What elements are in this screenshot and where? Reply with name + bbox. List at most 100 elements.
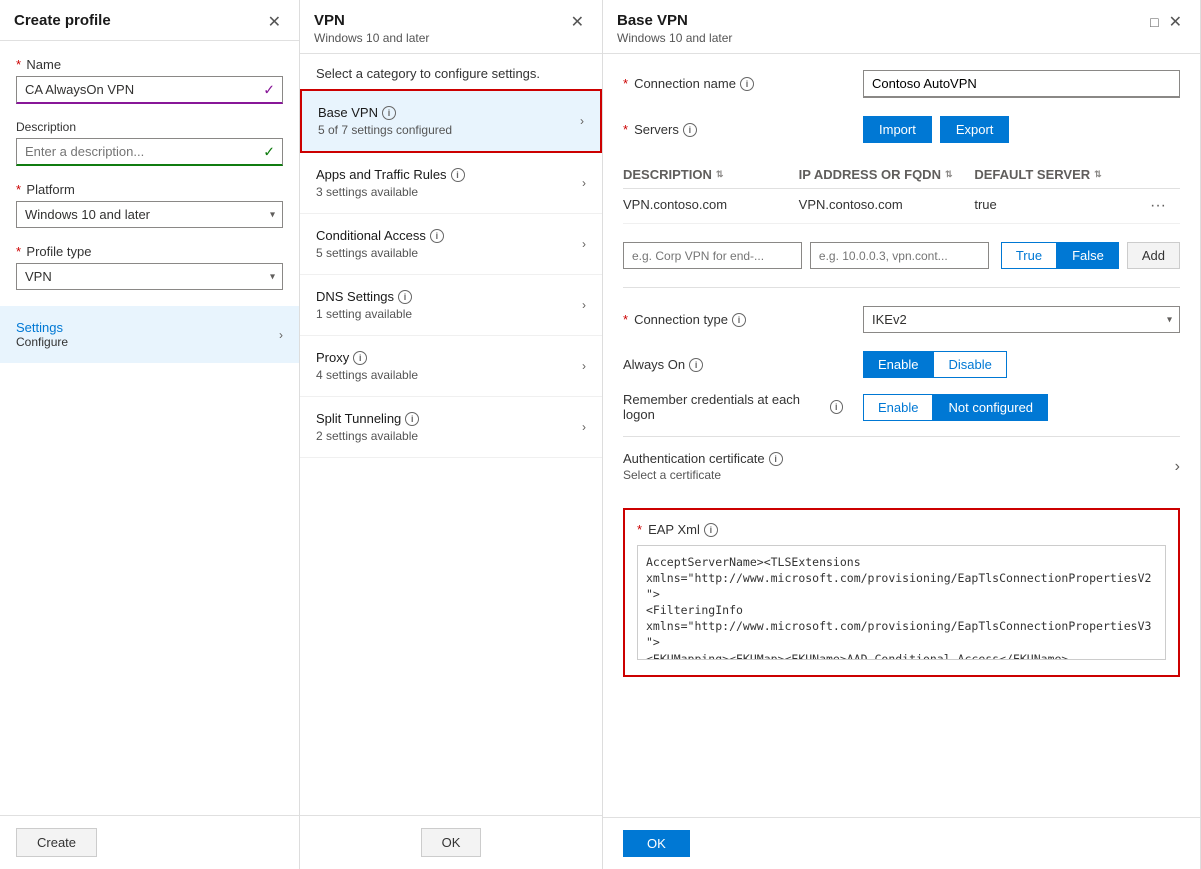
name-label: * Name (16, 57, 283, 72)
panel3-ok-button[interactable]: OK (623, 830, 690, 857)
always-on-enable-button[interactable]: Enable (863, 351, 933, 378)
settings-configure-item[interactable]: Settings Configure › (0, 306, 299, 363)
export-button[interactable]: Export (940, 116, 1010, 143)
servers-table: DESCRIPTION ⇅ IP ADDRESS OR FQDN ⇅ DEFAU… (623, 161, 1180, 224)
category-item-left-conditional: Conditional Access i 5 settings availabl… (316, 228, 444, 260)
always-on-disable-button[interactable]: Disable (933, 351, 1006, 378)
category-item-left-base-vpn: Base VPN i 5 of 7 settings configured (318, 105, 452, 137)
auth-cert-info-icon[interactable]: i (769, 452, 783, 466)
connection-name-input[interactable] (863, 70, 1180, 98)
panel3-content: * Connection name i * Servers i Import E… (603, 54, 1200, 817)
connection-name-info-icon[interactable]: i (740, 77, 754, 91)
remember-credentials-info-icon[interactable]: i (830, 400, 843, 414)
connection-name-label: * Connection name i (623, 70, 843, 91)
platform-select-wrapper: Windows 10 and later ▾ (16, 201, 283, 228)
panel2-footer: OK (300, 815, 602, 869)
category-sub-apps: 3 settings available (316, 185, 465, 199)
category-sub-proxy: 4 settings available (316, 368, 418, 382)
category-item-left-proxy: Proxy i 4 settings available (316, 350, 418, 382)
proxy-info-icon[interactable]: i (353, 351, 367, 365)
create-button[interactable]: Create (16, 828, 97, 857)
category-item-conditional-access[interactable]: Conditional Access i 5 settings availabl… (300, 214, 602, 275)
platform-select[interactable]: Windows 10 and later (16, 201, 283, 228)
profile-type-select-wrapper: VPN ▾ (16, 263, 283, 290)
false-toggle-button[interactable]: False (1057, 242, 1119, 269)
panel3-footer: OK (603, 817, 1200, 869)
panel1-close-button[interactable]: ✕ (264, 12, 285, 32)
description-add-input[interactable] (623, 242, 802, 269)
dns-info-icon[interactable]: i (398, 290, 412, 304)
category-item-dns[interactable]: DNS Settings i 1 setting available › (300, 275, 602, 336)
import-button[interactable]: Import (863, 116, 932, 143)
panel3-close-button[interactable]: ✕ (1165, 12, 1186, 32)
category-item-base-vpn[interactable]: Base VPN i 5 of 7 settings configured › (300, 89, 602, 153)
ip-column-header: IP ADDRESS OR FQDN ⇅ (799, 167, 975, 182)
panel2-title-group: VPN Windows 10 and later (314, 12, 429, 45)
profile-type-field-group: * Profile type VPN ▾ (16, 244, 283, 290)
conditional-access-info-icon[interactable]: i (430, 229, 444, 243)
category-sub-conditional: 5 settings available (316, 246, 444, 260)
panel3-header: Base VPN Windows 10 and later □ ✕ (603, 0, 1200, 54)
auth-cert-chevron-right-icon: › (1175, 458, 1180, 476)
panel3-maximize-button[interactable]: □ (1146, 14, 1162, 30)
category-item-split-tunneling[interactable]: Split Tunneling i 2 settings available › (300, 397, 602, 458)
category-item-apps-traffic[interactable]: Apps and Traffic Rules i 3 settings avai… (300, 153, 602, 214)
true-toggle-button[interactable]: True (1001, 242, 1057, 269)
panel3-header-buttons: □ ✕ (1146, 12, 1186, 32)
base-vpn-chevron-right-icon: › (580, 114, 584, 128)
apps-traffic-info-icon[interactable]: i (451, 168, 465, 182)
base-vpn-info-icon[interactable]: i (382, 106, 396, 120)
description-check-icon: ✓ (263, 144, 275, 161)
split-tunneling-info-icon[interactable]: i (405, 412, 419, 426)
description-input[interactable] (16, 138, 283, 166)
default-column-header: DEFAULT SERVER ⇅ (974, 167, 1150, 182)
remember-not-configured-button[interactable]: Not configured (933, 394, 1048, 421)
settings-text-group: Settings Configure (16, 320, 68, 349)
category-item-left-split: Split Tunneling i 2 settings available (316, 411, 419, 443)
platform-label: * Platform (16, 182, 283, 197)
server-add-row: True False Add (623, 242, 1180, 269)
profile-type-required-star: * (16, 244, 21, 259)
panel2-ok-button[interactable]: OK (421, 828, 482, 857)
category-title-apps: Apps and Traffic Rules i (316, 167, 465, 182)
servers-info-icon[interactable]: i (683, 123, 697, 137)
add-server-button[interactable]: Add (1127, 242, 1180, 269)
settings-item-label: Settings (16, 320, 68, 335)
profile-type-select[interactable]: VPN (16, 263, 283, 290)
name-required-star: * (16, 57, 21, 72)
always-on-label: Always On i (623, 357, 843, 372)
ip-sort-icon[interactable]: ⇅ (945, 169, 953, 180)
category-title-split: Split Tunneling i (316, 411, 419, 426)
remember-enable-button[interactable]: Enable (863, 394, 933, 421)
servers-row: * Servers i Import Export (623, 116, 1180, 143)
desc-sort-icon[interactable]: ⇅ (716, 169, 724, 180)
category-title-conditional: Conditional Access i (316, 228, 444, 243)
remember-credentials-label: Remember credentials at each logon i (623, 392, 843, 422)
connection-type-label: * Connection type i (623, 312, 843, 327)
eap-xml-textarea[interactable]: AcceptServerName><TLSExtensions xmlns="h… (637, 545, 1166, 660)
default-sort-icon[interactable]: ⇅ (1094, 169, 1102, 180)
row-default-cell: true (974, 197, 1150, 215)
settings-item-sub: Configure (16, 335, 68, 349)
panel2-subtitle: Windows 10 and later (314, 31, 429, 45)
ip-add-input[interactable] (810, 242, 989, 269)
connection-type-select[interactable]: IKEv2 (863, 306, 1180, 333)
category-item-proxy[interactable]: Proxy i 4 settings available › (300, 336, 602, 397)
connection-type-info-icon[interactable]: i (732, 313, 746, 327)
connection-type-select-wrapper: IKEv2 ▾ (863, 306, 1180, 333)
panel2-close-button[interactable]: ✕ (567, 12, 588, 32)
row-dots-button[interactable]: ··· (1150, 197, 1166, 215)
always-on-info-icon[interactable]: i (689, 358, 703, 372)
eap-xml-section: * EAP Xml i AcceptServerName><TLSExtensi… (623, 508, 1180, 677)
description-input-wrapper: ✓ (16, 138, 283, 166)
row-description-cell: VPN.contoso.com (623, 197, 799, 215)
category-title-dns: DNS Settings i (316, 289, 412, 304)
apps-traffic-chevron-right-icon: › (582, 176, 586, 190)
name-check-icon: ✓ (263, 82, 275, 99)
create-profile-panel: Create profile ✕ * Name ✓ Description ✓ … (0, 0, 300, 869)
dns-chevron-right-icon: › (582, 298, 586, 312)
name-input[interactable] (16, 76, 283, 104)
eap-xml-info-icon[interactable]: i (704, 523, 718, 537)
description-field-group: Description ✓ (16, 120, 283, 166)
servers-buttons: Import Export (863, 116, 1009, 143)
